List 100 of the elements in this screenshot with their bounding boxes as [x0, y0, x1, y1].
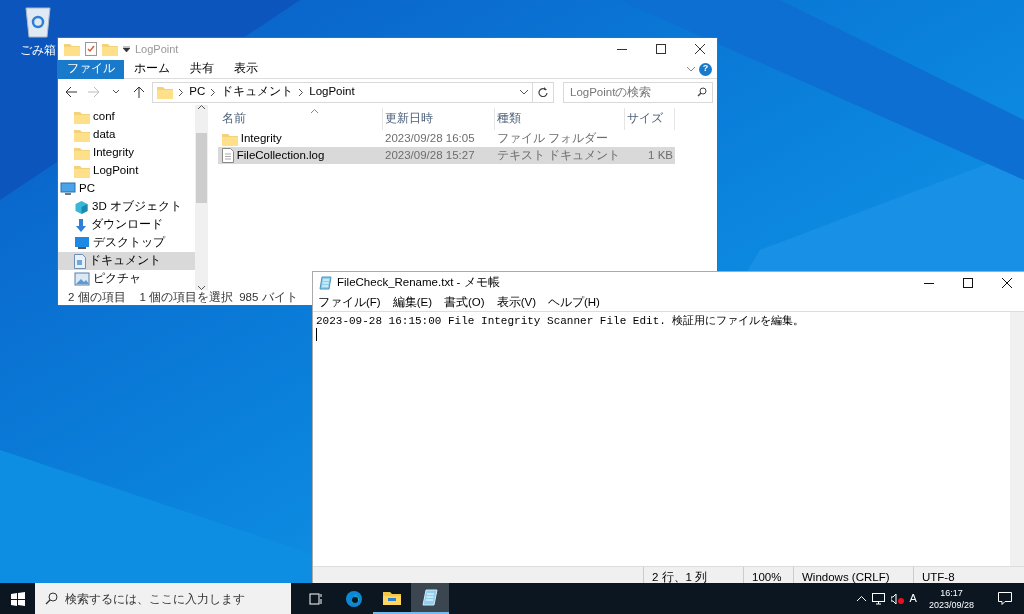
- navigation-item[interactable]: conf: [58, 108, 195, 126]
- ribbon-tab[interactable]: ホーム: [124, 60, 180, 78]
- notification-icon: [998, 592, 1012, 605]
- column-header[interactable]: 更新日時: [383, 108, 495, 130]
- file-type: テキスト ドキュメント: [496, 147, 622, 163]
- folder-icon: [102, 42, 118, 56]
- notepad-icon: [319, 276, 332, 290]
- column-header[interactable]: 名前: [218, 108, 383, 130]
- chevron-down-icon: [520, 89, 529, 95]
- navigation-item[interactable]: 3D オブジェクト: [58, 198, 195, 216]
- clock-time: 16:17: [940, 586, 963, 599]
- taskbar-app-button[interactable]: [410, 583, 449, 614]
- chevron-right-icon: [179, 88, 184, 96]
- navigation-item[interactable]: ピクチャ: [58, 270, 195, 288]
- folder-icon: [74, 146, 90, 160]
- image-icon: [74, 272, 90, 286]
- navigation-item[interactable]: LogPoint: [58, 162, 195, 180]
- clock-date: 2023/09/28: [928, 598, 974, 611]
- window-title: LogPoint: [135, 41, 179, 57]
- file-menu-tab[interactable]: ファイル: [58, 59, 124, 79]
- scrollbar[interactable]: [195, 105, 208, 290]
- dropdown-icon: [123, 46, 130, 52]
- scrollbar-thumb[interactable]: [196, 132, 207, 203]
- taskbar-search-field[interactable]: 検索するには、ここに入力します: [35, 583, 291, 614]
- status-text: 1 個の項目を選択: [139, 289, 234, 305]
- scrollbar[interactable]: [1010, 312, 1024, 566]
- minimize-icon: [617, 48, 627, 50]
- file-date: 2023/09/28 16:05: [384, 130, 476, 146]
- computer-icon: [60, 182, 76, 196]
- ribbon-tab[interactable]: 共有: [180, 60, 224, 78]
- address-bar[interactable]: PC ドキュメント LogPoint: [152, 81, 534, 103]
- file-row[interactable]: Integrity 2023/09/28 16:05 ファイル フォルダー: [218, 130, 675, 147]
- document-icon: [74, 253, 86, 269]
- file-name: FileCollection.log: [236, 147, 325, 163]
- folder-icon: [222, 131, 238, 146]
- help-button[interactable]: ?: [699, 62, 712, 76]
- chevron-down-icon: [687, 66, 695, 72]
- navigation-item[interactable]: ドキュメント: [58, 252, 195, 270]
- status-text: 2 個の項目: [68, 289, 126, 305]
- refresh-icon: [538, 87, 549, 97]
- menu-item[interactable]: ファイル(F): [318, 293, 381, 312]
- text-cursor: [316, 328, 317, 341]
- chevron-down-icon: [198, 286, 205, 290]
- column-header[interactable]: サイズ: [625, 108, 675, 130]
- speaker-muted-icon: [890, 593, 904, 604]
- file-size: 1 KB: [647, 147, 674, 163]
- search-icon: [697, 87, 707, 97]
- editor-text: 2023-09-28 16:15:00 File Integrity Scanner File Edit. 検証用にファイルを編集。: [316, 314, 806, 328]
- file-row[interactable]: FileCollection.log 2023/09/28 15:27 テキスト ドキュメント 1 KB: [218, 147, 675, 164]
- menu-item[interactable]: 編集(E): [392, 293, 433, 312]
- close-icon: [695, 44, 705, 54]
- arrow-left-icon: [64, 86, 78, 98]
- search-field[interactable]: LogPointの検索: [563, 81, 713, 103]
- menu-item[interactable]: 書式(O): [444, 293, 485, 312]
- folder-icon: [74, 110, 90, 124]
- window-title: FileCheck_Rename.txt - メモ帳: [337, 275, 500, 291]
- status-text: 985 バイト: [239, 289, 298, 305]
- maximize-icon: [656, 44, 666, 54]
- text-editor[interactable]: 2023-09-28 16:15:00 File Integrity Scanner File Edit. 検証用にファイルを編集。: [313, 312, 1010, 566]
- folder-icon: [64, 42, 80, 56]
- notepad-icon: [421, 589, 438, 606]
- navigation-item[interactable]: data: [58, 126, 195, 144]
- column-header[interactable]: 種類: [495, 108, 625, 130]
- breadcrumb-item[interactable]: PC: [189, 83, 206, 101]
- edge-icon: [344, 589, 363, 608]
- ribbon-tab[interactable]: 表示: [224, 60, 268, 78]
- task-view-icon: [308, 592, 323, 605]
- clock[interactable]: 16:17 2023/09/28: [922, 586, 980, 611]
- recycle-bin-icon: [24, 4, 52, 38]
- menu-item[interactable]: 表示(V): [496, 293, 536, 312]
- breadcrumb-item[interactable]: LogPoint: [309, 83, 355, 101]
- folder-icon: [382, 590, 401, 605]
- refresh-button[interactable]: [532, 81, 554, 103]
- cube-icon: [74, 199, 89, 215]
- navigation-item[interactable]: ダウンロード: [58, 216, 195, 234]
- menu-item[interactable]: ヘルプ(H): [548, 293, 600, 312]
- navigation-item[interactable]: PC: [58, 180, 195, 198]
- maximize-icon: [963, 278, 973, 288]
- breadcrumb-item[interactable]: ドキュメント: [221, 83, 294, 101]
- folder-icon: [74, 128, 90, 142]
- close-icon: [1002, 278, 1012, 288]
- checklist-icon: [85, 42, 97, 56]
- navigation-item[interactable]: Integrity: [58, 144, 195, 162]
- windows-logo-icon: [10, 591, 25, 606]
- chevron-right-icon: [299, 88, 304, 96]
- file-date: 2023/09/28 15:27: [384, 147, 476, 163]
- navigation-item[interactable]: デスクトップ: [58, 234, 195, 252]
- document-icon: [222, 148, 234, 163]
- download-icon: [74, 217, 88, 233]
- arrow-up-icon: [132, 86, 145, 98]
- desktop-icon-label[interactable]: ごみ箱: [20, 40, 56, 59]
- folder-icon: [74, 164, 90, 178]
- network-icon: [871, 592, 885, 605]
- minimize-icon: [924, 282, 934, 284]
- ime-indicator[interactable]: A: [909, 590, 917, 607]
- chevron-up-icon: [856, 596, 866, 601]
- chevron-right-icon: [211, 88, 216, 96]
- folder-icon: [157, 85, 174, 99]
- file-type: ファイル フォルダー: [496, 130, 610, 146]
- arrow-right-icon: [87, 86, 101, 98]
